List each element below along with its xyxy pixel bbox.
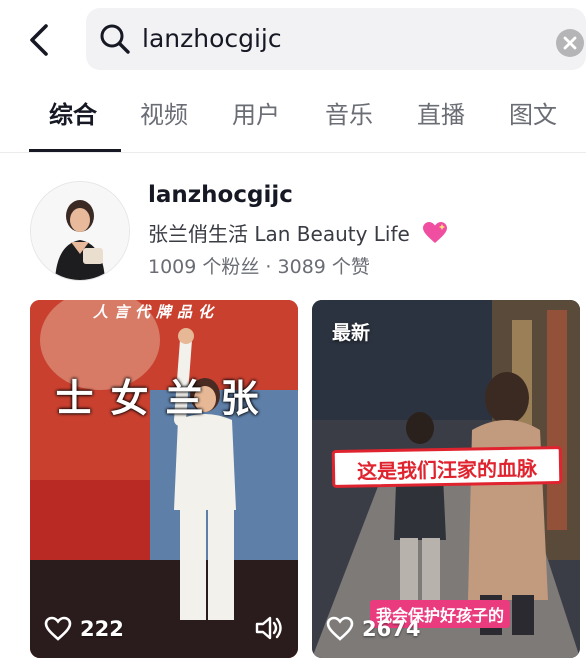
heart-outline-icon	[44, 616, 72, 641]
tab-image-text[interactable]: 图文	[509, 98, 557, 132]
search-query[interactable]: lanzhocgijc	[142, 22, 282, 56]
like-count: 2674	[326, 616, 420, 642]
heart-outline-icon	[326, 616, 354, 641]
video-title-text: 张兰女士	[49, 378, 258, 424]
sound-icon[interactable]	[254, 614, 284, 642]
back-arrow-icon[interactable]	[26, 22, 54, 58]
close-icon	[563, 36, 577, 50]
video-card[interactable]: 最新 这是我们汪家的血脉 我会保护好孩子的 2674	[312, 300, 580, 658]
tab-comprehensive[interactable]: 综合	[49, 98, 97, 132]
like-count-value: 222	[80, 617, 124, 641]
like-count: 222	[44, 616, 124, 642]
search-result-tabs: 综合 视频 用户 音乐 直播 图文	[0, 92, 586, 152]
video-card[interactable]: 化品牌代言人 张兰女士 222	[30, 300, 298, 658]
newest-tag: 最新	[332, 322, 371, 344]
search-icon	[100, 24, 130, 54]
tab-live[interactable]: 直播	[417, 98, 465, 132]
user-bio-text: 张兰俏生活 Lan Beauty Life	[148, 222, 410, 246]
like-count-value: 2674	[362, 617, 421, 641]
divider	[0, 152, 586, 153]
tab-users[interactable]: 用户	[232, 98, 280, 132]
video-caption: 这是我们汪家的血脉	[331, 445, 563, 489]
user-bio: 张兰俏生活 Lan Beauty Life	[148, 218, 448, 250]
clear-search-button[interactable]	[556, 29, 584, 57]
sparkling-heart-icon	[422, 221, 448, 250]
video-subtitle-text: 化品牌代言人	[91, 304, 214, 323]
username[interactable]: lanzhocgijc	[148, 182, 293, 208]
tab-videos[interactable]: 视频	[140, 98, 188, 132]
tab-music[interactable]: 音乐	[325, 98, 373, 132]
search-bar[interactable]: lanzhocgijc	[86, 8, 586, 70]
avatar-photo	[31, 182, 129, 280]
user-stats: 1009 个粉丝 · 3089 个赞	[148, 256, 370, 278]
avatar[interactable]	[30, 181, 130, 281]
video-thumbnail	[30, 300, 298, 658]
